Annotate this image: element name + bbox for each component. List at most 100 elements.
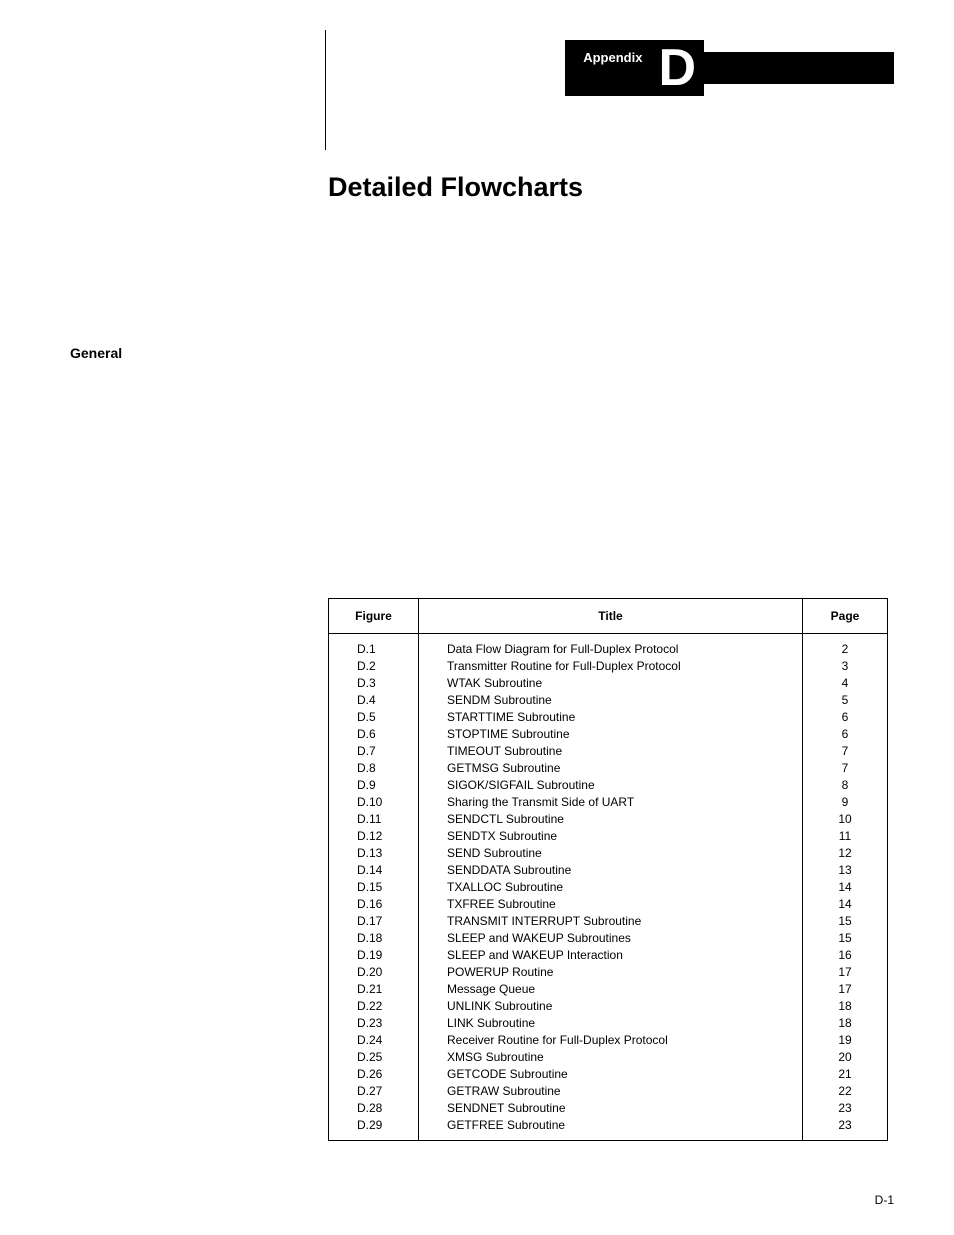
- table-body: D.1Data Flow Diagram for Full-Duplex Pro…: [329, 634, 888, 1141]
- figures-table: Figure Title Page D.1Data Flow Diagram f…: [328, 598, 888, 1141]
- cell-title: UNLINK Subroutine: [419, 998, 803, 1015]
- cell-figure: D.25: [329, 1049, 419, 1066]
- cell-page: 15: [803, 913, 888, 930]
- cell-title: SENDDATA Subroutine: [419, 862, 803, 879]
- table-row: D.27GETRAW Subroutine22: [329, 1083, 888, 1100]
- cell-page: 3: [803, 658, 888, 675]
- cell-figure: D.24: [329, 1032, 419, 1049]
- cell-figure: D.21: [329, 981, 419, 998]
- cell-title: GETCODE Subroutine: [419, 1066, 803, 1083]
- cell-figure: D.5: [329, 709, 419, 726]
- cell-page: 18: [803, 998, 888, 1015]
- table-row: D.16TXFREE Subroutine14: [329, 896, 888, 913]
- cell-figure: D.29: [329, 1117, 419, 1141]
- cell-figure: D.15: [329, 879, 419, 896]
- cell-page: 9: [803, 794, 888, 811]
- table-row: D.18SLEEP and WAKEUP Subroutines15: [329, 930, 888, 947]
- cell-figure: D.14: [329, 862, 419, 879]
- cell-page: 20: [803, 1049, 888, 1066]
- cell-title: Data Flow Diagram for Full-Duplex Protoc…: [419, 634, 803, 658]
- cell-page: 7: [803, 760, 888, 777]
- cell-figure: D.27: [329, 1083, 419, 1100]
- cell-title: GETRAW Subroutine: [419, 1083, 803, 1100]
- cell-title: Sharing the Transmit Side of UART: [419, 794, 803, 811]
- cell-figure: D.3: [329, 675, 419, 692]
- cell-title: SEND Subroutine: [419, 845, 803, 862]
- cell-title: SENDCTL Subroutine: [419, 811, 803, 828]
- table-row: D.20POWERUP Routine17: [329, 964, 888, 981]
- header-title: Title: [419, 599, 803, 634]
- table-row: D.22UNLINK Subroutine18: [329, 998, 888, 1015]
- cell-title: STARTTIME Subroutine: [419, 709, 803, 726]
- cell-page: 8: [803, 777, 888, 794]
- table-row: D.14SENDDATA Subroutine13: [329, 862, 888, 879]
- table-row: D.9SIGOK/SIGFAIL Subroutine8: [329, 777, 888, 794]
- table-row: D.8GETMSG Subroutine7: [329, 760, 888, 777]
- header-page: Page: [803, 599, 888, 634]
- appendix-banner: Appendix D: [565, 40, 894, 96]
- cell-title: TIMEOUT Subroutine: [419, 743, 803, 760]
- cell-page: 17: [803, 981, 888, 998]
- cell-page: 22: [803, 1083, 888, 1100]
- cell-title: SLEEP and WAKEUP Interaction: [419, 947, 803, 964]
- cell-page: 6: [803, 726, 888, 743]
- cell-page: 18: [803, 1015, 888, 1032]
- cell-figure: D.26: [329, 1066, 419, 1083]
- table-header-row: Figure Title Page: [329, 599, 888, 634]
- cell-page: 14: [803, 896, 888, 913]
- table-row: D.13SEND Subroutine12: [329, 845, 888, 862]
- document-page: Appendix D Detailed Flowcharts General F…: [0, 0, 954, 1235]
- table-row: D.3WTAK Subroutine4: [329, 675, 888, 692]
- cell-figure: D.23: [329, 1015, 419, 1032]
- table-row: D.19SLEEP and WAKEUP Interaction16: [329, 947, 888, 964]
- table-row: D.6STOPTIME Subroutine6: [329, 726, 888, 743]
- cell-title: XMSG Subroutine: [419, 1049, 803, 1066]
- cell-title: SENDM Subroutine: [419, 692, 803, 709]
- cell-title: GETMSG Subroutine: [419, 760, 803, 777]
- cell-page: 10: [803, 811, 888, 828]
- cell-title: SENDNET Subroutine: [419, 1100, 803, 1117]
- table-row: D.25XMSG Subroutine20: [329, 1049, 888, 1066]
- cell-title: TXALLOC Subroutine: [419, 879, 803, 896]
- appendix-label: Appendix: [565, 40, 656, 96]
- cell-title: POWERUP Routine: [419, 964, 803, 981]
- cell-page: 4: [803, 675, 888, 692]
- header-figure: Figure: [329, 599, 419, 634]
- table-row: D.2Transmitter Routine for Full-Duplex P…: [329, 658, 888, 675]
- cell-figure: D.9: [329, 777, 419, 794]
- table-row: D.10Sharing the Transmit Side of UART9: [329, 794, 888, 811]
- cell-page: 11: [803, 828, 888, 845]
- page-number: D-1: [875, 1193, 894, 1207]
- appendix-banner-tail: [704, 52, 894, 84]
- cell-figure: D.13: [329, 845, 419, 862]
- cell-page: 17: [803, 964, 888, 981]
- cell-page: 21: [803, 1066, 888, 1083]
- cell-figure: D.16: [329, 896, 419, 913]
- table-row: D.29GETFREE Subroutine23: [329, 1117, 888, 1141]
- cell-figure: D.2: [329, 658, 419, 675]
- cell-page: 2: [803, 634, 888, 658]
- cell-figure: D.19: [329, 947, 419, 964]
- table-row: D.11SENDCTL Subroutine10: [329, 811, 888, 828]
- section-heading: General: [70, 345, 122, 361]
- cell-figure: D.22: [329, 998, 419, 1015]
- header-rule: [325, 30, 326, 150]
- cell-figure: D.18: [329, 930, 419, 947]
- cell-figure: D.4: [329, 692, 419, 709]
- cell-page: 14: [803, 879, 888, 896]
- table-row: D.15TXALLOC Subroutine14: [329, 879, 888, 896]
- cell-title: TRANSMIT INTERRUPT Subroutine: [419, 913, 803, 930]
- cell-page: 23: [803, 1117, 888, 1141]
- table-row: D.12SENDTX Subroutine11: [329, 828, 888, 845]
- cell-title: GETFREE Subroutine: [419, 1117, 803, 1141]
- table-row: D.28SENDNET Subroutine23: [329, 1100, 888, 1117]
- table-row: D.7TIMEOUT Subroutine7: [329, 743, 888, 760]
- cell-figure: D.20: [329, 964, 419, 981]
- table-row: D.5STARTTIME Subroutine6: [329, 709, 888, 726]
- cell-page: 16: [803, 947, 888, 964]
- cell-page: 6: [803, 709, 888, 726]
- cell-page: 23: [803, 1100, 888, 1117]
- table-row: D.24Receiver Routine for Full-Duplex Pro…: [329, 1032, 888, 1049]
- cell-title: Message Queue: [419, 981, 803, 998]
- page-title: Detailed Flowcharts: [328, 172, 583, 203]
